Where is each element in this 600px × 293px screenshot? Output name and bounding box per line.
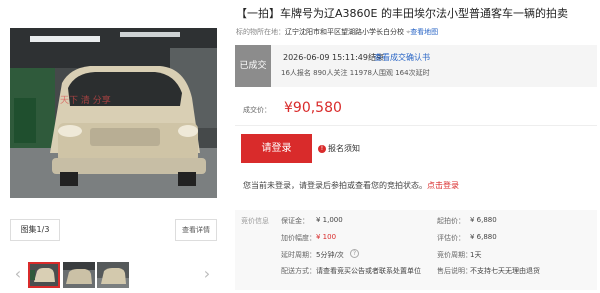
appraisal-label: 评估价： (437, 234, 465, 242)
delivery-value: 请查看竞买公告或者联系处置单位 (316, 267, 421, 275)
appraisal-value: ¥ 6,880 (470, 233, 497, 241)
start-price-value: ¥ 6,880 (470, 216, 497, 224)
divider (235, 125, 597, 126)
thumbnail-3[interactable] (97, 262, 129, 288)
extension-period-label: 延时周期： (281, 251, 316, 259)
login-button[interactable]: 请登录 (241, 134, 312, 163)
after-sale-label: 售后说明： (437, 267, 472, 275)
photo-watermark: 天下 清 分享 (60, 94, 111, 106)
thumbnail-1[interactable] (28, 262, 60, 288)
login-tip: 您当前未登录，请登录后参拍或查看您的竞拍状态。点击登录 (243, 180, 459, 191)
bid-period-value: 1天 (470, 251, 482, 259)
thumbnail-2[interactable] (63, 262, 95, 288)
auction-stats: 16人报名 890人关注 11978人围观 164次延时 (281, 69, 430, 77)
view-map-link[interactable]: 查看地图 (410, 28, 438, 36)
page-title: 【一拍】车牌号为辽A3860E 的丰田埃尔法小型普通客车一辆的拍卖 (236, 7, 568, 20)
thumbnail-image (63, 262, 95, 288)
view-confirmation-link[interactable]: 查看成交确认书 (374, 52, 430, 63)
thumbnail-prev-icon[interactable]: ‹ (12, 264, 24, 284)
help-icon[interactable]: ? (350, 249, 359, 258)
info-icon: ! (318, 144, 326, 153)
extension-period-value: 5分钟/次 (316, 251, 344, 259)
final-price-value: ¥90,580 (284, 100, 342, 116)
sold-status-badge: 已成交 (235, 45, 271, 87)
thumbnail-next-icon[interactable]: › (201, 264, 213, 284)
registration-notice-label: 报名须知 (328, 144, 360, 153)
bid-period-label: 竞价周期： (437, 251, 472, 259)
auction-end-time: 2026-06-09 15:11:49结束 (283, 53, 384, 62)
thumbnail-image (30, 264, 58, 286)
main-vehicle-photo[interactable]: 天下 清 分享 (10, 28, 217, 198)
delivery-label: 配送方式： (281, 267, 316, 275)
gallery-counter: 图集1/3 (10, 219, 60, 241)
final-price-label: 成交价： (243, 106, 271, 114)
start-price-label: 起拍价： (437, 217, 465, 225)
after-sale-value: 不支持七天无理由退货 (470, 267, 540, 275)
login-tip-text: 您当前未登录，请登录后参拍或查看您的竞拍状态。 (243, 181, 427, 190)
bid-increment-value: ¥ 100 (316, 233, 337, 241)
deposit-value: ¥ 1,000 (316, 216, 343, 224)
item-location: 标的物所在地：辽宁沈阳市和平区望湖路小学长白分校 ⌖查看地图 (236, 27, 596, 39)
view-detail-button[interactable]: 查看详情 (175, 219, 217, 241)
vehicle-photo-image: 天下 清 分享 (10, 28, 217, 198)
click-login-link[interactable]: 点击登录 (427, 181, 459, 190)
deposit-label: 保证金： (281, 217, 309, 225)
location-label: 标的物所在地： (236, 28, 285, 36)
thumbnail-image (97, 262, 129, 288)
location-address: 辽宁沈阳市和平区望湖路小学长白分校 (285, 28, 404, 36)
registration-notice-link[interactable]: ! 报名须知 (318, 143, 360, 154)
bid-info-heading: 竞价信息 (241, 217, 269, 225)
bid-increment-label: 加价幅度： (281, 234, 316, 242)
